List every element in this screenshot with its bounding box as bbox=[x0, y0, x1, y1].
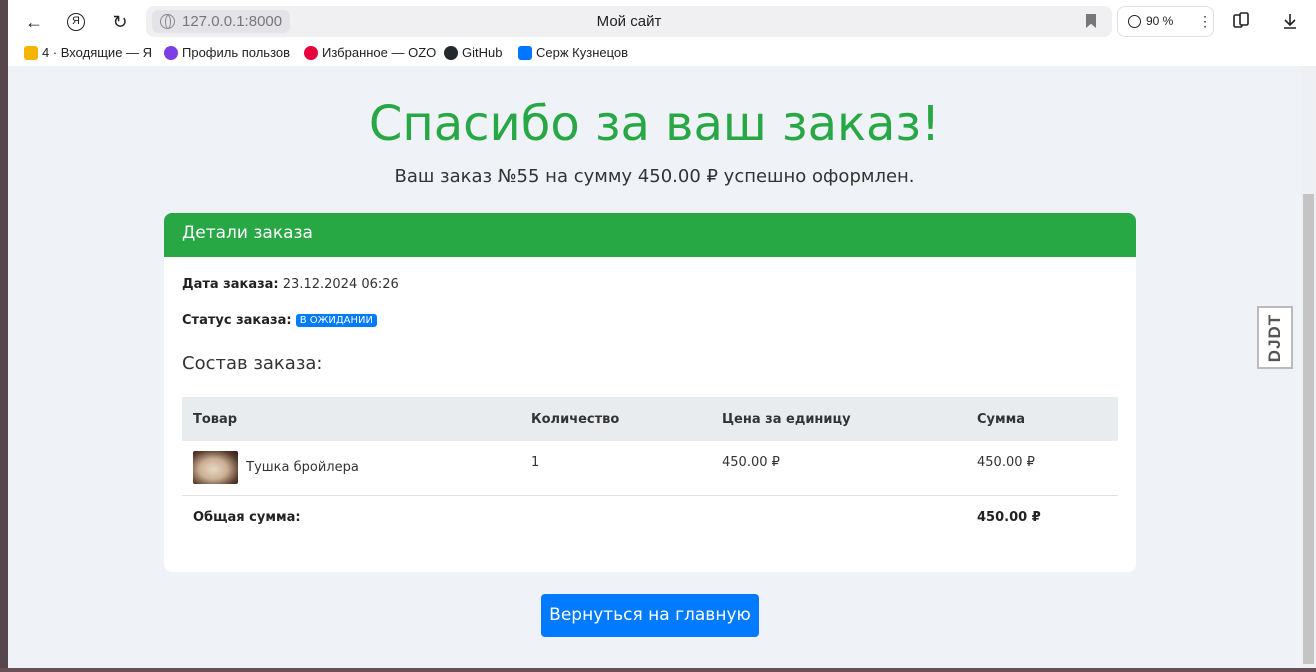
page-scrollbar[interactable] bbox=[1301, 66, 1316, 668]
table-header-row: Товар Количество Цена за единицу Сумма bbox=[182, 397, 1118, 441]
order-date-value: 23.12.2024 06:26 bbox=[282, 277, 399, 292]
column-header-sum: Сумма bbox=[977, 411, 1026, 427]
order-status-row: Статус заказа: В ОЖИДАНИИ bbox=[182, 313, 377, 328]
column-header-unit-price: Цена за единицу bbox=[722, 411, 851, 427]
back-arrow-icon[interactable]: ← bbox=[20, 8, 48, 36]
browser-toolbar: ← Я ↻ 127.0.0.1:8000 Мой сайт 90 % ⋮ bbox=[8, 0, 1316, 43]
back-to-home-button[interactable]: Вернуться на главную bbox=[541, 594, 759, 637]
total-value: 450.00 ₽ bbox=[977, 509, 1041, 525]
product-name: Тушка бройлера bbox=[246, 460, 359, 475]
collections-icon[interactable] bbox=[1232, 12, 1250, 30]
order-details-card: Детали заказа Дата заказа: 23.12.2024 06… bbox=[164, 213, 1136, 572]
total-empty-cell bbox=[520, 495, 711, 539]
scrollbar-thumb[interactable] bbox=[1303, 194, 1314, 664]
order-summary: Ваш заказ №55 на сумму 450.00 ₽ успешно … bbox=[394, 166, 915, 187]
card-title: Детали заказа bbox=[164, 213, 1136, 257]
table-row: Тушка бройлера 1 450.00 ₽ 450.00 ₽ bbox=[182, 441, 1118, 495]
bookmark-label: Серж Кузнецов bbox=[536, 45, 629, 60]
quantity-cell: 1 bbox=[531, 455, 540, 470]
column-header-quantity: Количество bbox=[531, 411, 620, 427]
order-date-label: Дата заказа: bbox=[182, 277, 279, 292]
bookmark-label: GitHub bbox=[462, 45, 503, 60]
product-thumbnail bbox=[193, 451, 238, 484]
ozon-icon bbox=[304, 45, 318, 60]
bookmark-github[interactable]: GitHub bbox=[444, 45, 502, 60]
order-status-label: Статус заказа: bbox=[182, 313, 292, 328]
order-items-title: Состав заказа: bbox=[182, 353, 323, 374]
bookmark-label: Избранное — OZO bbox=[322, 45, 437, 60]
zoom-control[interactable]: 90 % ⋮ bbox=[1117, 6, 1214, 37]
unit-price-cell: 450.00 ₽ bbox=[722, 455, 780, 470]
total-empty-cell bbox=[711, 495, 966, 539]
yandex-logo-icon[interactable]: Я bbox=[62, 8, 90, 36]
address-bar[interactable]: 127.0.0.1:8000 Мой сайт bbox=[146, 6, 1112, 37]
bookmark-profile[interactable]: Профиль пользов bbox=[164, 45, 298, 60]
tab-title: Мой сайт bbox=[596, 13, 662, 30]
browser-window: ← Я ↻ 127.0.0.1:8000 Мой сайт 90 % ⋮ 4 ·… bbox=[0, 0, 1316, 668]
zoom-level: 90 % bbox=[1146, 14, 1174, 28]
download-icon[interactable] bbox=[1281, 12, 1299, 30]
column-header-product: Товар bbox=[193, 411, 238, 427]
vk-icon bbox=[518, 45, 532, 60]
sum-cell: 450.00 ₽ bbox=[977, 455, 1035, 470]
total-label: Общая сумма: bbox=[193, 509, 301, 525]
bookmark-vk[interactable]: Серж Кузнецов bbox=[518, 45, 628, 60]
mail-icon bbox=[24, 45, 38, 60]
zoom-magnifier-icon bbox=[1128, 15, 1141, 28]
reload-icon[interactable]: ↻ bbox=[106, 8, 134, 36]
bookmark-mail[interactable]: 4 · Входящие — Я bbox=[24, 45, 152, 60]
django-debug-toolbar-handle[interactable]: DJDT bbox=[1257, 306, 1293, 369]
profile-icon bbox=[164, 45, 178, 60]
bookmark-label: Профиль пользов bbox=[182, 45, 291, 60]
product-cell: Тушка бройлера bbox=[182, 441, 520, 495]
bookmark-label: 4 · Входящие — Я bbox=[42, 45, 152, 60]
total-row: Общая сумма: 450.00 ₽ bbox=[182, 495, 1118, 539]
bookmark-ozon[interactable]: Избранное — OZO bbox=[304, 45, 438, 60]
djdt-label: DJDT bbox=[1265, 313, 1284, 362]
menu-kebab-icon[interactable]: ⋮ bbox=[1198, 7, 1212, 36]
bookmarks-bar: 4 · Входящие — Я Профиль пользов Избранн… bbox=[8, 43, 1316, 66]
page-heading: Спасибо за ваш заказ! bbox=[368, 96, 941, 152]
github-icon bbox=[444, 45, 458, 60]
status-badge: В ОЖИДАНИИ bbox=[295, 314, 377, 327]
order-items-table: Товар Количество Цена за единицу Сумма Т… bbox=[182, 397, 1118, 539]
page-viewport: Спасибо за ваш заказ! Ваш заказ №55 на с… bbox=[8, 66, 1301, 668]
order-date-row: Дата заказа: 23.12.2024 06:26 bbox=[182, 277, 399, 292]
